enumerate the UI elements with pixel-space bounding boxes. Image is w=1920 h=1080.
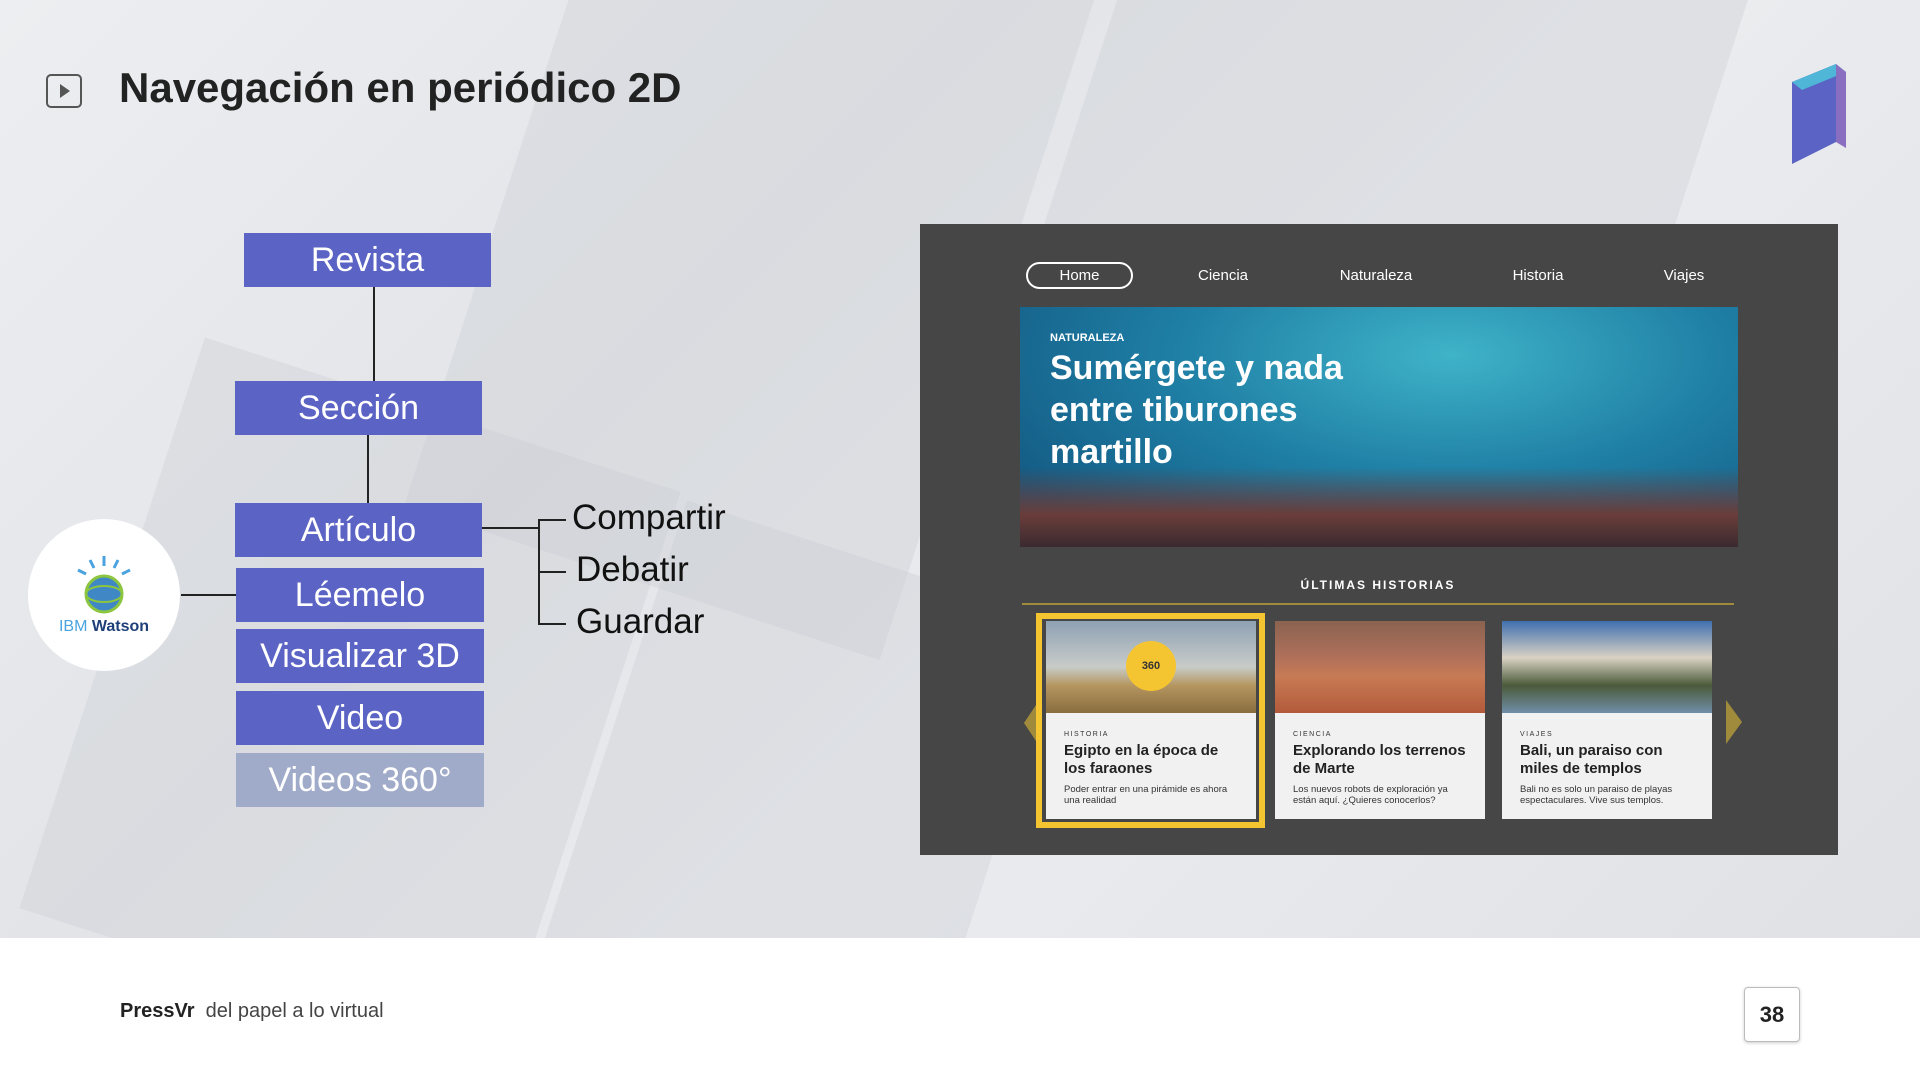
action-compartir: Compartir bbox=[572, 498, 726, 537]
node-revista: Revista bbox=[244, 233, 491, 287]
camera-360-icon: 360 bbox=[1126, 641, 1176, 691]
nav-historia[interactable]: Historia bbox=[1488, 262, 1588, 289]
node-leemelo: Léemelo bbox=[236, 568, 484, 622]
story-card[interactable]: VIAJES Bali, un paraiso con miles de tem… bbox=[1502, 621, 1712, 819]
book-logo-icon bbox=[1792, 64, 1846, 164]
card-title: Bali, un paraiso con miles de templos bbox=[1520, 742, 1663, 777]
connector bbox=[367, 435, 369, 503]
section-title: ÚLTIMAS HISTORIAS bbox=[1300, 578, 1456, 592]
page-title: Navegación en periódico 2D bbox=[119, 64, 682, 111]
card-category: HISTORIA bbox=[1064, 731, 1109, 738]
story-card[interactable]: 360 HISTORIA Egipto en la época de los f… bbox=[1046, 621, 1256, 819]
mars-image bbox=[1275, 621, 1485, 713]
footer-tagline: del papel a lo virtual bbox=[205, 1000, 384, 1022]
nav-ciencia[interactable]: Ciencia bbox=[1173, 262, 1273, 289]
footer-brand: PressVr bbox=[120, 1000, 195, 1022]
card-category: CIENCIA bbox=[1293, 731, 1332, 738]
nav-home[interactable]: Home bbox=[1026, 262, 1133, 289]
node-articulo: Artículo bbox=[235, 503, 482, 557]
card-description: Los nuevos robots de exploración ya está… bbox=[1293, 784, 1448, 806]
card-category: VIAJES bbox=[1520, 731, 1554, 738]
arrow-left-icon[interactable] bbox=[1024, 705, 1036, 741]
card-title: Explorando los terrenos de Marte bbox=[1293, 742, 1466, 777]
node-videos-360: Videos 360° bbox=[236, 753, 484, 807]
nav-naturaleza[interactable]: Naturaleza bbox=[1316, 262, 1436, 289]
ibm-text: IBM bbox=[58, 618, 88, 635]
story-card[interactable]: CIENCIA Explorando los terrenos de Marte… bbox=[1275, 621, 1485, 819]
reef-image bbox=[1020, 467, 1738, 547]
hero-category: NATURALEZA bbox=[1050, 332, 1125, 344]
card-description: Bali no es solo un paraiso de playas esp… bbox=[1520, 784, 1673, 806]
pyramids-image: 360 bbox=[1046, 621, 1256, 713]
watson-text: Watson bbox=[91, 618, 150, 635]
nav-viajes[interactable]: Viajes bbox=[1634, 262, 1734, 289]
node-seccion: Sección bbox=[235, 381, 482, 435]
connector bbox=[538, 623, 566, 625]
connector bbox=[482, 527, 539, 529]
watson-globe-icon bbox=[77, 556, 131, 614]
node-video: Video bbox=[236, 691, 484, 745]
ibm-watson-logo: IBM Watson bbox=[28, 519, 180, 671]
connector bbox=[181, 594, 236, 596]
connector bbox=[538, 519, 566, 521]
play-icon[interactable] bbox=[46, 74, 82, 108]
node-visualizar-3d: Visualizar 3D bbox=[236, 629, 484, 683]
card-description: Poder entrar en una pirámide es ahora un… bbox=[1064, 784, 1228, 806]
card-title: Egipto en la época de los faraones bbox=[1064, 742, 1219, 777]
action-guardar: Guardar bbox=[576, 602, 705, 641]
page-number: 38 bbox=[1744, 987, 1800, 1042]
action-debatir: Debatir bbox=[576, 550, 689, 589]
hero-banner[interactable]: NATURALEZA Sumérgete y nada entre tiburo… bbox=[1020, 307, 1738, 547]
section-divider bbox=[1022, 603, 1734, 605]
bali-temple-image bbox=[1502, 621, 1712, 713]
hero-title: Sumérgete y nada entre tiburones martill… bbox=[1050, 349, 1343, 471]
arrow-right-icon[interactable] bbox=[1726, 700, 1742, 744]
connector bbox=[538, 571, 566, 573]
connector bbox=[373, 287, 375, 381]
footer: PressVr del papel a lo virtual bbox=[120, 1000, 384, 1023]
